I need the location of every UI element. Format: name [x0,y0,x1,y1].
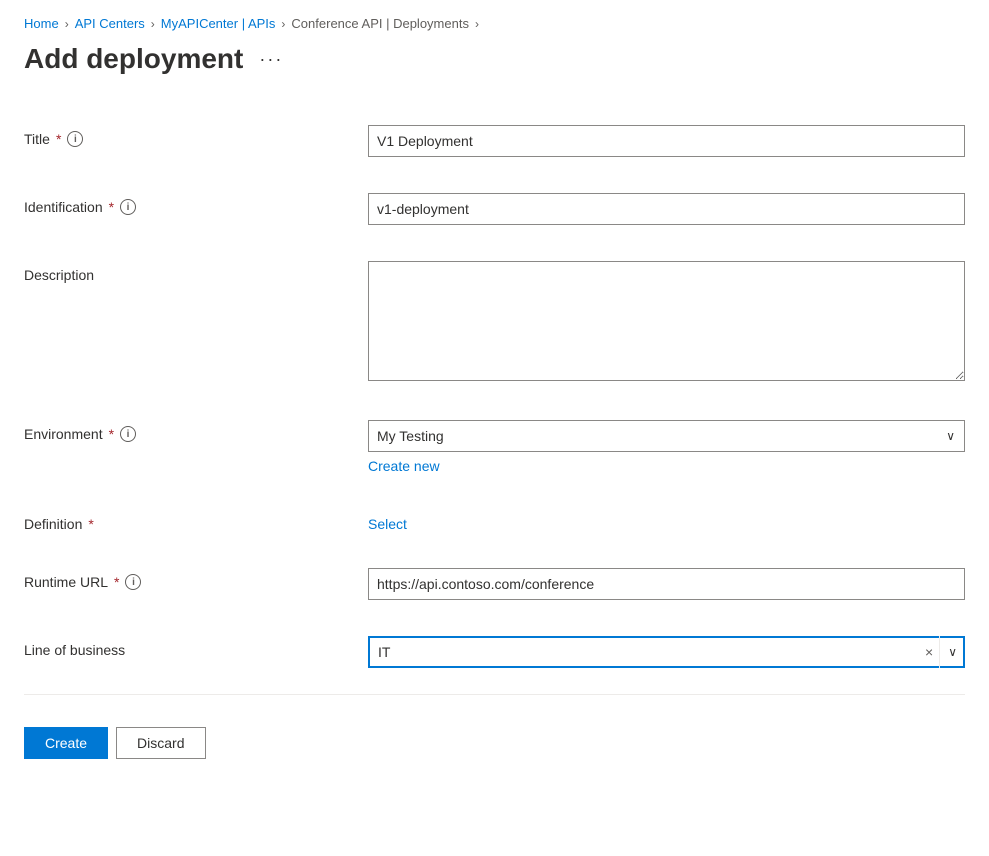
title-input[interactable] [368,125,965,157]
description-row: Description [24,243,965,402]
page-container: Home › API Centers › MyAPICenter | APIs … [0,0,989,783]
description-field-col [368,261,965,384]
breadcrumb-sep-2: › [151,17,155,31]
line-of-business-value: IT [378,644,390,660]
breadcrumb-sep-1: › [65,17,69,31]
definition-label-text: Definition [24,516,82,532]
runtime-url-row: Runtime URL * i [24,550,965,618]
runtime-url-field-col [368,568,965,600]
runtime-url-required-marker: * [114,574,119,590]
line-of-business-clear-button[interactable]: × [919,636,939,668]
definition-label: Definition * [24,516,344,532]
line-of-business-label: Line of business [24,642,344,658]
identification-required-marker: * [109,199,114,215]
form-container: Title * i Identification * i [24,107,965,759]
definition-field-col: Select [368,510,965,532]
more-options-button[interactable]: ··· [253,45,289,74]
title-label-col: Title * i [24,125,344,147]
title-field-col [368,125,965,157]
identification-label: Identification * i [24,199,344,215]
line-of-business-chevron-button[interactable]: ∨ [939,636,965,668]
title-label-text: Title [24,131,50,147]
title-label: Title * i [24,131,344,147]
line-of-business-actions: × ∨ [919,636,965,668]
runtime-url-info-icon[interactable]: i [125,574,141,590]
environment-field-col: My Testing Production Staging Developmen… [368,420,965,474]
definition-label-col: Definition * [24,510,344,532]
environment-required-marker: * [109,426,114,442]
line-of-business-field-col: IT × ∨ [368,636,965,668]
identification-field-col [368,193,965,225]
discard-button[interactable]: Discard [116,727,205,759]
breadcrumb-my-api-center[interactable]: MyAPICenter | APIs [161,16,276,31]
title-row: Title * i [24,107,965,175]
breadcrumb-conference-api: Conference API | Deployments [291,16,469,31]
description-label: Description [24,267,344,283]
runtime-url-label-col: Runtime URL * i [24,568,344,590]
identification-input[interactable] [368,193,965,225]
breadcrumb-sep-3: › [281,17,285,31]
line-of-business-label-col: Line of business [24,636,344,658]
environment-wrapper: My Testing Production Staging Developmen… [368,420,965,474]
identification-row: Identification * i [24,175,965,243]
line-of-business-input-display[interactable]: IT [368,636,965,668]
breadcrumb-api-centers[interactable]: API Centers [75,16,145,31]
environment-select[interactable]: My Testing Production Staging Developmen… [368,420,965,452]
environment-select-wrapper: My Testing Production Staging Developmen… [368,420,965,452]
environment-label-text: Environment [24,426,103,442]
breadcrumb: Home › API Centers › MyAPICenter | APIs … [24,16,965,31]
identification-label-col: Identification * i [24,193,344,215]
environment-label-col: Environment * i [24,420,344,442]
definition-select-link[interactable]: Select [368,510,407,532]
breadcrumb-home[interactable]: Home [24,16,59,31]
runtime-url-input[interactable] [368,568,965,600]
page-title: Add deployment [24,43,243,75]
environment-info-icon[interactable]: i [120,426,136,442]
title-info-icon[interactable]: i [67,131,83,147]
definition-row: Definition * Select [24,492,965,550]
create-button[interactable]: Create [24,727,108,759]
line-of-business-row: Line of business IT × ∨ [24,618,965,686]
runtime-url-label-text: Runtime URL [24,574,108,590]
environment-label: Environment * i [24,426,344,442]
description-label-text: Description [24,267,94,283]
action-buttons: Create Discard [24,703,965,759]
form-divider [24,694,965,695]
title-required-marker: * [56,131,61,147]
breadcrumb-sep-4: › [475,17,479,31]
description-label-col: Description [24,261,344,283]
environment-row: Environment * i My Testing Production St… [24,402,965,492]
runtime-url-label: Runtime URL * i [24,574,344,590]
line-of-business-label-text: Line of business [24,642,125,658]
identification-info-icon[interactable]: i [120,199,136,215]
line-of-business-multiselect-wrapper: IT × ∨ [368,636,965,668]
description-textarea[interactable] [368,261,965,381]
identification-label-text: Identification [24,199,103,215]
create-new-link[interactable]: Create new [368,458,965,474]
page-title-row: Add deployment ··· [24,43,965,75]
definition-required-marker: * [88,516,93,532]
